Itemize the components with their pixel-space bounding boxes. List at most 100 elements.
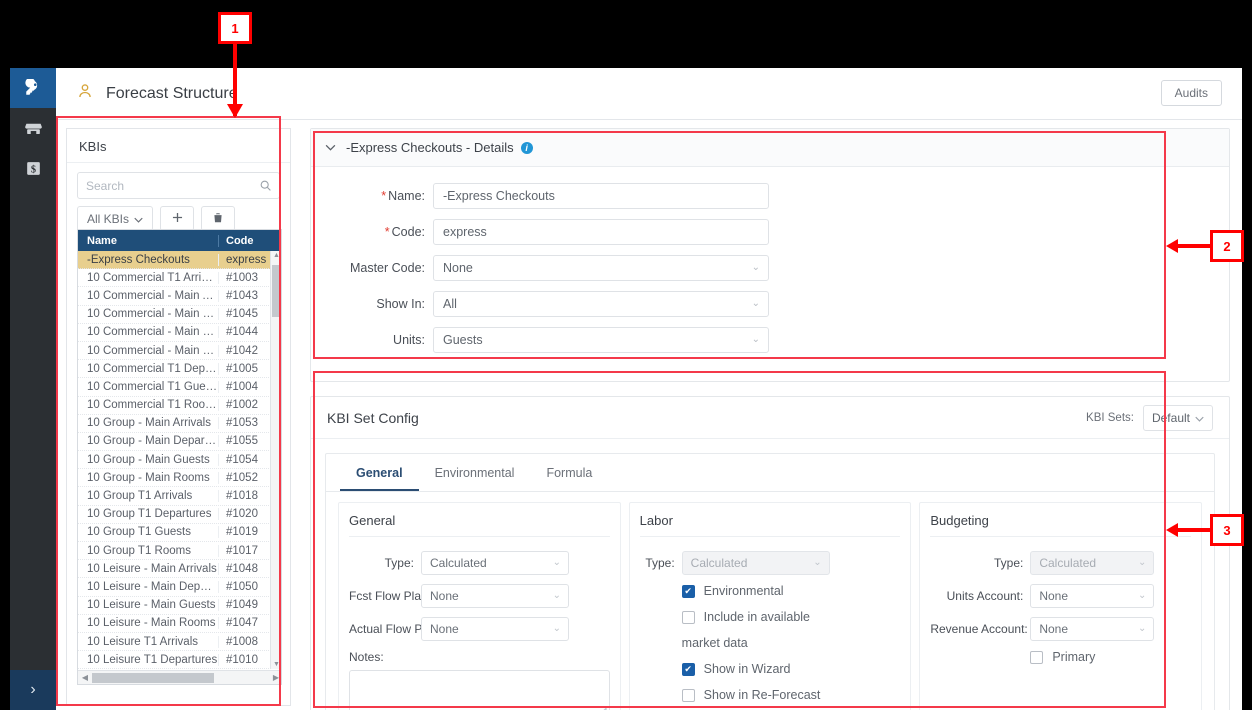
vscroll-thumb[interactable] bbox=[272, 265, 281, 317]
table-row[interactable]: 10 Commercial - Main De... #1045 bbox=[78, 306, 281, 324]
general-fcst-select[interactable]: None ⌄ bbox=[421, 584, 569, 608]
labor-checkbox-show-wizard[interactable]: Show in Wizard bbox=[681, 662, 901, 676]
budgeting-units-row: Units Account: None ⌄ bbox=[930, 584, 1191, 608]
column-header-code[interactable]: Code bbox=[219, 235, 281, 247]
labor-checkbox-environmental[interactable]: Environmental bbox=[681, 584, 901, 598]
scroll-left-icon[interactable]: ◀ bbox=[78, 673, 92, 682]
labor-checkbox-include-available[interactable]: Include in available bbox=[681, 610, 901, 624]
details-field-value: express bbox=[443, 225, 487, 239]
checkbox-icon[interactable] bbox=[681, 662, 695, 676]
table-row[interactable]: 10 Group T1 Rooms #1017 bbox=[78, 542, 281, 561]
checkbox-icon[interactable] bbox=[681, 584, 695, 598]
details-field-input[interactable]: express bbox=[433, 219, 769, 245]
rail-expand-button[interactable]: › bbox=[10, 670, 56, 710]
details-card-header[interactable]: -Express Checkouts - Details i bbox=[311, 129, 1229, 167]
table-cell-name: 10 Leisure - Main Arrivals bbox=[78, 562, 219, 575]
table-row[interactable]: 10 Group T1 Departures #1020 bbox=[78, 506, 281, 524]
table-row[interactable]: 10 Leisure - Main Guests #1049 bbox=[78, 597, 281, 615]
annotation-marker-1: 1 bbox=[218, 12, 252, 44]
labor-checkbox-include-available-label: Include in available bbox=[703, 610, 810, 624]
general-actual-row: Actual Flow Plan: None ⌄ bbox=[349, 617, 610, 641]
budgeting-units-select[interactable]: None ⌄ bbox=[1030, 584, 1155, 608]
general-notes-textarea[interactable]: ◢ bbox=[349, 670, 610, 710]
details-field-row: Show In: All ⌄ bbox=[311, 291, 1229, 317]
kbi-filter-dropdown[interactable]: All KBIs bbox=[77, 206, 154, 231]
scroll-right-icon[interactable]: ▶ bbox=[269, 673, 281, 682]
tab-formula[interactable]: Formula bbox=[530, 454, 608, 491]
details-field-select[interactable]: Guests ⌄ bbox=[433, 327, 769, 353]
search-input[interactable] bbox=[78, 178, 279, 193]
rail-item-key[interactable] bbox=[10, 68, 56, 108]
budgeting-type-select[interactable]: Calculated ⌄ bbox=[1030, 551, 1155, 575]
table-row[interactable]: 10 Commercial - Main Arri... #1043 bbox=[78, 287, 281, 306]
budgeting-units-label: Units Account: bbox=[946, 589, 1024, 603]
table-row[interactable]: 10 Commercial T1 Arrivals #1003 bbox=[78, 269, 281, 288]
table-row[interactable]: 10 Commercial T1 Rooms #1002 bbox=[78, 397, 281, 415]
details-field-input[interactable]: -Express Checkouts bbox=[433, 183, 769, 209]
rail-item-finance[interactable]: $ bbox=[10, 148, 56, 188]
kbi-grid: Name Code -Express Checkouts express 10 Co… bbox=[77, 229, 282, 685]
table-row[interactable]: 10 Leisure - Main Rooms #1047 bbox=[78, 615, 281, 633]
checkbox-icon[interactable] bbox=[681, 610, 695, 624]
info-icon[interactable]: i bbox=[520, 141, 533, 154]
kbi-grid-header: Name Code bbox=[78, 230, 281, 251]
general-type-select[interactable]: Calculated ⌄ bbox=[421, 551, 569, 575]
budgeting-revenue-select[interactable]: None ⌄ bbox=[1030, 617, 1155, 641]
search-field-wrap[interactable] bbox=[77, 172, 280, 199]
table-row[interactable]: 10 Group - Main Rooms #1052 bbox=[78, 469, 281, 488]
kbi-action-row: All KBIs bbox=[77, 206, 280, 231]
details-field-select[interactable]: All ⌄ bbox=[433, 291, 769, 317]
scroll-up-icon[interactable]: ▲ bbox=[273, 252, 280, 259]
grid-vertical-scrollbar[interactable]: ▲ ▼ bbox=[270, 251, 281, 669]
checkbox-icon[interactable] bbox=[1030, 650, 1044, 664]
chevron-down-icon: ⌄ bbox=[1137, 590, 1147, 601]
labor-checkbox-show-reforecast[interactable]: Show in Re-Forecast bbox=[681, 688, 901, 702]
checkbox-icon[interactable] bbox=[681, 688, 695, 702]
budgeting-revenue-label: Revenue Account: bbox=[930, 622, 1028, 636]
tab-general[interactable]: General bbox=[340, 454, 419, 491]
annotation-arrow-1 bbox=[227, 104, 243, 118]
annotation-marker-2: 2 bbox=[1210, 230, 1244, 262]
search-icon[interactable] bbox=[259, 179, 272, 197]
audits-button[interactable]: Audits bbox=[1160, 80, 1222, 106]
table-cell-name: 10 Group T1 Departures bbox=[78, 508, 219, 521]
table-row[interactable]: 10 Group T1 Arrivals #1018 bbox=[78, 487, 281, 506]
column-header-name[interactable]: Name bbox=[78, 234, 219, 247]
table-row[interactable]: 10 Commercial - Main Roo... #1042 bbox=[78, 342, 281, 361]
chevron-down-icon[interactable] bbox=[325, 142, 336, 154]
table-cell-name: 10 Leisure - Main Departur... bbox=[78, 580, 219, 593]
resize-grip-icon[interactable]: ◢ bbox=[601, 705, 607, 710]
annotation-marker-3: 3 bbox=[1210, 514, 1244, 546]
kbi-toolbar: All KBIs bbox=[67, 163, 290, 231]
grid-horizontal-scrollbar[interactable]: ◀ ▶ bbox=[78, 670, 281, 684]
table-row[interactable]: 10 Leisure - Main Departur... #1050 bbox=[78, 578, 281, 597]
budgeting-checkbox-primary[interactable]: Primary bbox=[1030, 650, 1191, 664]
rail-item-store[interactable] bbox=[10, 108, 56, 148]
table-row[interactable]: 10 Leisure T1 Departures #1010 bbox=[78, 651, 281, 669]
table-row[interactable]: 10 Commercial T1 Departu...#1005 bbox=[78, 360, 281, 379]
tab-environmental[interactable]: Environmental bbox=[419, 454, 531, 491]
labor-type-select[interactable]: Calculated ⌄ bbox=[681, 551, 830, 575]
table-row[interactable]: 10 Leisure T1 Arrivals #1008 bbox=[78, 633, 281, 652]
table-row[interactable]: 10 Leisure - Main Arrivals #1048 bbox=[78, 560, 281, 579]
table-row[interactable]: 10 Commercial T1 Guests #1004 bbox=[78, 378, 281, 397]
table-row[interactable]: 10 Group - Main Arrivals #1053 bbox=[78, 415, 281, 433]
table-cell-name: 10 Group T1 Arrivals bbox=[78, 490, 219, 503]
table-row[interactable]: -Express Checkouts express bbox=[78, 251, 281, 270]
details-field-select[interactable]: None ⌄ bbox=[433, 255, 769, 281]
general-fcst-row: Fcst Flow Plan: None ⌄ bbox=[349, 584, 610, 608]
budgeting-checkbox-primary-label: Primary bbox=[1052, 650, 1096, 664]
kbi-grid-body[interactable]: -Express Checkouts express 10 Commercial T… bbox=[78, 251, 281, 669]
table-row[interactable]: 10 Group T1 Guests #1019 bbox=[78, 524, 281, 542]
table-row[interactable]: 10 Group - Main Departures #1055 bbox=[78, 433, 281, 452]
kbi-sets-dropdown[interactable]: Default bbox=[1142, 404, 1213, 431]
delete-kbi-button[interactable] bbox=[201, 206, 236, 231]
hscroll-thumb[interactable] bbox=[92, 673, 214, 683]
config-column-labor: Labor Type: Calculated ⌄ ✔ Environmental… bbox=[628, 502, 912, 710]
table-row[interactable]: 10 Commercial - Main Gue...#1044 bbox=[78, 324, 281, 342]
scroll-down-icon[interactable]: ▼ bbox=[273, 661, 280, 668]
kbi-panel: KBIs All KBIs bbox=[66, 128, 291, 706]
general-actual-select[interactable]: None ⌄ bbox=[421, 617, 569, 641]
add-kbi-button[interactable] bbox=[160, 206, 195, 231]
table-row[interactable]: 10 Group - Main Guests #1054 bbox=[78, 451, 281, 470]
